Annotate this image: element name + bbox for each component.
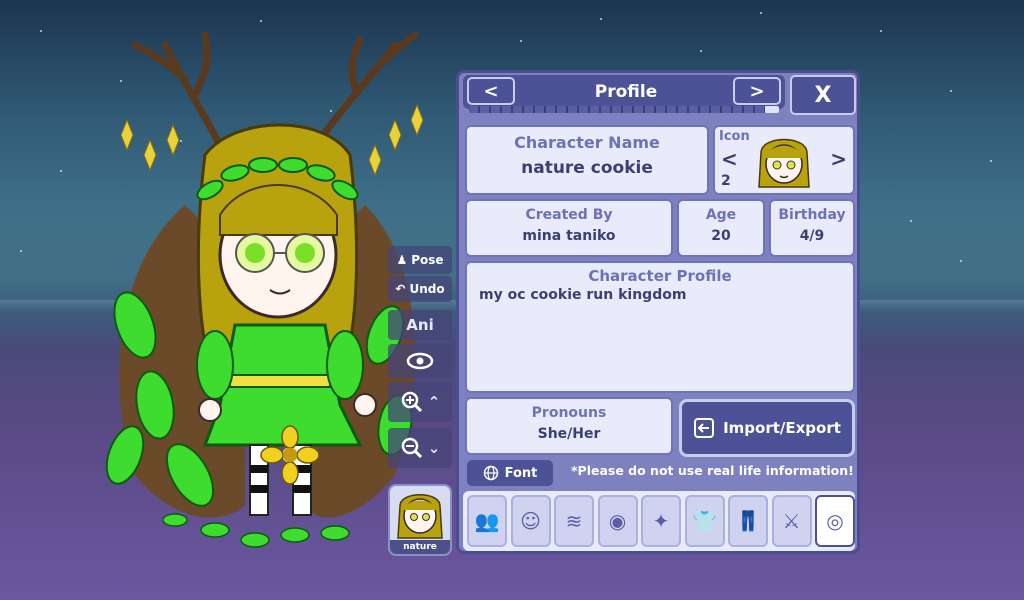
zoom-in-button[interactable]: ⌃ bbox=[388, 382, 452, 422]
icon-preview bbox=[751, 131, 817, 193]
icon-next-button[interactable]: > bbox=[830, 147, 847, 171]
category-tab-group[interactable]: 👥 bbox=[467, 495, 507, 547]
pronouns-field[interactable]: Pronouns She/Her bbox=[465, 397, 673, 455]
age-field[interactable]: Age 20 bbox=[677, 199, 765, 257]
body-icon: ☺ bbox=[520, 509, 541, 533]
undo-label: Undo bbox=[409, 282, 445, 296]
age-label: Age bbox=[705, 207, 737, 223]
icon-index: 2 bbox=[721, 173, 731, 189]
zoom-out-icon bbox=[401, 437, 422, 459]
next-page-icon: > bbox=[749, 80, 765, 102]
category-tab-face[interactable]: ◉ bbox=[597, 495, 638, 547]
profile-panel: < Profile > X Character Name nature cook… bbox=[456, 70, 860, 554]
prev-page-icon: < bbox=[483, 80, 499, 102]
created-by-label: Created By bbox=[525, 207, 613, 223]
category-tab-props[interactable]: ⚔ bbox=[771, 495, 812, 547]
import-export-label: Import/Export bbox=[723, 419, 841, 437]
panel-header: < Profile > bbox=[463, 75, 785, 109]
category-tab-body[interactable]: ☺ bbox=[510, 495, 551, 547]
category-bar: 👥 ☺ ≋ ◉ ✦ 👕 👖 ⚔ ◎ bbox=[463, 491, 855, 551]
character-profile-label: Character Profile bbox=[588, 267, 732, 285]
close-button[interactable]: X bbox=[790, 75, 856, 115]
next-page-button[interactable]: > bbox=[733, 77, 781, 105]
created-by-value: mina taniko bbox=[522, 228, 616, 244]
font-label: Font bbox=[504, 465, 538, 481]
zoom-in-icon bbox=[401, 391, 422, 413]
category-tab-accessory[interactable]: ✦ bbox=[641, 495, 681, 547]
category-tab-hair[interactable]: ≋ bbox=[554, 495, 594, 547]
character-profile-value: my oc cookie run kingdom bbox=[479, 287, 687, 303]
import-export-button[interactable]: Import/Export bbox=[679, 399, 855, 457]
visibility-button[interactable] bbox=[388, 344, 452, 378]
icon-prev-button[interactable]: < bbox=[721, 147, 738, 171]
birthday-value: 4/9 bbox=[799, 228, 825, 244]
panel-title: Profile bbox=[594, 82, 658, 102]
created-by-field[interactable]: Created By mina taniko bbox=[465, 199, 673, 257]
birthday-field[interactable]: Birthday 4/9 bbox=[769, 199, 855, 257]
pose-label: Pose bbox=[411, 253, 444, 267]
icon-label: Icon bbox=[719, 129, 750, 144]
age-value: 20 bbox=[711, 228, 731, 244]
accessory-icon: ✦ bbox=[652, 509, 670, 533]
font-button[interactable]: Font bbox=[467, 460, 553, 486]
character-name-value: nature cookie bbox=[521, 158, 653, 178]
character-name-field[interactable]: Character Name nature cookie bbox=[465, 125, 709, 195]
character-name-label: Character Name bbox=[514, 133, 660, 152]
chevron-down-icon: ⌄ bbox=[427, 439, 441, 457]
pronouns-value: She/Her bbox=[537, 426, 601, 442]
category-tab-bottom[interactable]: 👖 bbox=[728, 495, 768, 547]
ani-button[interactable]: Ani bbox=[388, 310, 452, 340]
prev-page-button[interactable]: < bbox=[467, 77, 515, 105]
page-progress-fill bbox=[469, 106, 764, 113]
category-tab-profile[interactable]: ◎ bbox=[815, 495, 855, 547]
import-export-icon bbox=[694, 418, 715, 438]
face-icon: ◉ bbox=[608, 509, 627, 533]
character-profile-field[interactable]: Character Profile my oc cookie run kingd… bbox=[465, 261, 855, 393]
icon-selector: Icon < 2 > bbox=[713, 125, 855, 195]
pose-button[interactable]: ♟ Pose bbox=[388, 246, 452, 274]
close-icon: X bbox=[814, 82, 832, 108]
props-icon: ⚔ bbox=[782, 509, 801, 533]
character-avatar bbox=[397, 494, 443, 539]
undo-button[interactable]: ↶ Undo bbox=[388, 276, 452, 302]
globe-icon bbox=[483, 465, 498, 481]
character-slot-label: nature cookie bbox=[390, 540, 450, 554]
bottom-icon: 👖 bbox=[735, 509, 761, 533]
hair-icon: ≋ bbox=[565, 509, 583, 533]
pose-icon: ♟ bbox=[396, 253, 408, 267]
ani-label: Ani bbox=[406, 316, 434, 334]
category-tab-top[interactable]: 👕 bbox=[684, 495, 725, 547]
undo-icon: ↶ bbox=[395, 282, 406, 296]
top-icon: 👕 bbox=[692, 509, 717, 533]
character-face-icon bbox=[758, 138, 810, 188]
eye-icon bbox=[406, 352, 434, 370]
pronouns-label: Pronouns bbox=[531, 405, 607, 421]
profile-icon: ◎ bbox=[826, 509, 844, 533]
page-progress-bar bbox=[469, 106, 779, 113]
birthday-label: Birthday bbox=[778, 207, 846, 223]
zoom-out-button[interactable]: ⌄ bbox=[388, 428, 452, 468]
page-progress-cap bbox=[765, 106, 779, 113]
chevron-up-icon: ⌃ bbox=[427, 393, 441, 411]
group-icon: 👥 bbox=[474, 509, 500, 533]
character-slot[interactable]: nature cookie bbox=[388, 484, 452, 556]
privacy-notice: *Please do not use real life information… bbox=[571, 463, 854, 478]
